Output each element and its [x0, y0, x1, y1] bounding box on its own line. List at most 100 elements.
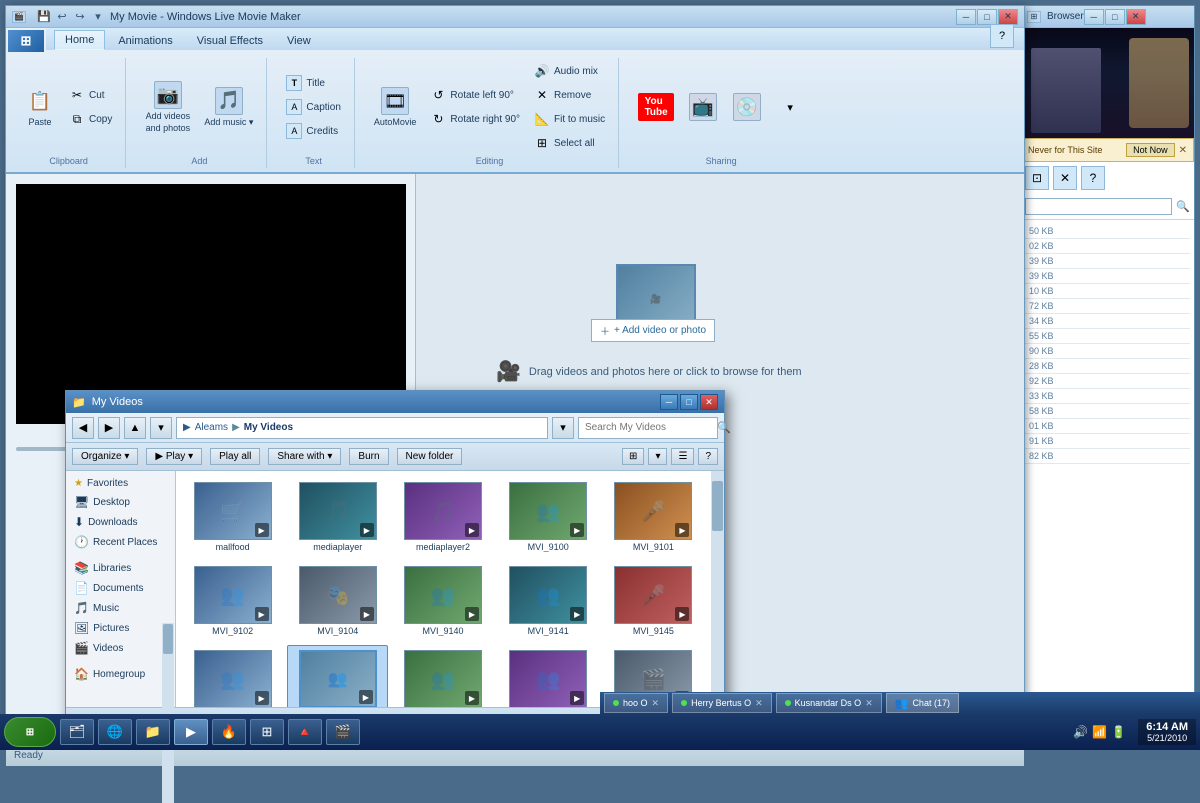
paste-button[interactable]: 📋 Paste — [20, 84, 60, 130]
fd-main-scroll-thumb[interactable] — [712, 481, 723, 531]
fd-sidebar-scrollbar[interactable] — [162, 623, 174, 707]
tray-icon-3[interactable]: 🔋 — [1111, 725, 1126, 739]
taskbar-btn-5[interactable]: 🔥 — [212, 719, 246, 745]
fit-to-music-button[interactable]: 📐 Fit to music — [529, 108, 610, 130]
qat-dropdown[interactable]: ▾ — [90, 9, 106, 25]
chat-close-herry[interactable]: ✕ — [755, 698, 763, 709]
fd-forward[interactable]: ▶ — [98, 417, 120, 439]
fd-homegroup[interactable]: 🏠 Homegroup — [66, 664, 175, 684]
rp-file-item[interactable]: 28 KB — [1025, 359, 1190, 374]
fd-organize-btn[interactable]: Organize ▾ — [72, 448, 138, 465]
file-item-mallfood[interactable]: 🛒 ▶ mallfood — [182, 477, 283, 557]
rp-file-item[interactable]: 92 KB — [1025, 374, 1190, 389]
file-item-mvi9165[interactable]: 👥 ▶ MVI_9165 — [498, 645, 599, 707]
rp-icon-2[interactable]: ✕ — [1053, 166, 1077, 190]
rp-icon-3[interactable]: ? — [1081, 166, 1105, 190]
chat-close-hoo[interactable]: ✕ — [652, 698, 660, 709]
taskbar-btn-1[interactable]: 🗂 — [60, 719, 94, 745]
rp-search-input[interactable] — [1025, 198, 1172, 215]
rp-file-item[interactable]: 33 KB — [1025, 389, 1190, 404]
file-item-mediaplayer[interactable]: 🎵 ▶ mediaplayer — [287, 477, 388, 557]
taskbar-btn-6[interactable]: ⊞ — [250, 719, 284, 745]
file-item-mvi9102[interactable]: 👥 ▶ MVI_9102 — [182, 561, 283, 641]
tab-view[interactable]: View — [276, 31, 322, 50]
rp-file-item[interactable]: 58 KB — [1025, 404, 1190, 419]
title-button[interactable]: T Title — [281, 72, 345, 94]
qat-undo[interactable]: ↩ — [54, 9, 70, 25]
rp-file-item[interactable]: 55 KB — [1025, 329, 1190, 344]
fd-desktop[interactable]: 🖥 Desktop — [66, 492, 175, 512]
fd-close[interactable]: ✕ — [700, 394, 718, 410]
share-expand[interactable]: ▾ — [771, 90, 809, 124]
fd-back[interactable]: ◀ — [72, 417, 94, 439]
chat-contact-herry[interactable]: Herry Bertus O ✕ — [672, 693, 772, 713]
fd-search-input[interactable] — [585, 422, 717, 433]
add-videos-button[interactable]: 📷 Add videos and photos — [140, 78, 195, 136]
fd-help-btn[interactable]: ? — [698, 448, 718, 465]
fd-maximize[interactable]: □ — [680, 394, 698, 410]
taskbar-clock[interactable]: 6:14 AM 5/21/2010 — [1138, 719, 1196, 745]
taskbar-btn-7[interactable]: 🔺 — [288, 719, 322, 745]
fd-minimize[interactable]: ─ — [660, 394, 678, 410]
fd-share-btn[interactable]: Share with ▾ — [268, 448, 341, 465]
rp-file-item[interactable]: 02 KB — [1025, 239, 1190, 254]
right-panel-minimize[interactable]: ─ — [1084, 9, 1104, 25]
tray-icon-1[interactable]: 🔊 — [1073, 725, 1088, 739]
start-button[interactable]: ⊞ — [4, 717, 56, 747]
rp-file-item[interactable]: 72 KB — [1025, 299, 1190, 314]
chat-close-kusnandar[interactable]: ✕ — [865, 698, 873, 709]
qat-save[interactable]: 💾 — [36, 9, 52, 25]
tray-icon-2[interactable]: 📶 — [1092, 725, 1107, 739]
fd-music[interactable]: 🎵 Music — [66, 598, 175, 618]
taskbar-btn-4[interactable]: ▶ — [174, 719, 208, 745]
right-panel-close[interactable]: ✕ — [1126, 9, 1146, 25]
rp-file-item[interactable]: 91 KB — [1025, 434, 1190, 449]
fd-videos[interactable]: 🎬 Videos — [66, 638, 175, 658]
file-item-mvi9104[interactable]: 🎭 ▶ MVI_9104 — [287, 561, 388, 641]
ribbon-help[interactable]: ? — [990, 24, 1014, 48]
fd-play-all-btn[interactable]: Play all — [210, 448, 260, 465]
chat-group-btn[interactable]: 👥 Chat (17) — [886, 693, 959, 713]
fd-recent-places[interactable]: 🕐 Recent Places — [66, 532, 175, 552]
rp-file-item[interactable]: 50 KB — [1025, 224, 1190, 239]
rp-file-item[interactable]: 90 KB — [1025, 344, 1190, 359]
credits-button[interactable]: A Credits — [281, 120, 345, 142]
select-all-button[interactable]: ⊞ Select all — [529, 132, 610, 154]
fd-details-btn[interactable]: ☰ — [671, 448, 694, 465]
fd-sidebar-scroll-thumb[interactable] — [163, 624, 173, 654]
share-btn-3[interactable]: 💿 — [727, 90, 767, 124]
rotate-right-button[interactable]: ↻ Rotate right 90° — [425, 108, 525, 130]
fd-pictures[interactable]: 🖼 Pictures — [66, 618, 175, 638]
app-minimize[interactable]: ─ — [956, 9, 976, 25]
fd-view-dropdown[interactable]: ▾ — [648, 448, 667, 465]
fd-up[interactable]: ▲ — [124, 417, 146, 439]
file-item-mvi9154[interactable]: 👥 ▶ MVI_9154 — [182, 645, 283, 707]
fd-dropdown[interactable]: ▾ — [150, 417, 172, 439]
caption-button[interactable]: A Caption — [281, 96, 345, 118]
rp-icon-1[interactable]: ⊡ — [1025, 166, 1049, 190]
rp-file-item[interactable]: 39 KB — [1025, 254, 1190, 269]
fd-main-scrollbar[interactable] — [711, 471, 724, 707]
share-btn-2[interactable]: 📺 — [683, 90, 723, 124]
file-item-mvi9140[interactable]: 👥 ▶ MVI_9140 — [392, 561, 493, 641]
file-item-mvi9145[interactable]: 🎤 ▶ MVI_9145 — [603, 561, 704, 641]
rp-file-item[interactable]: 82 KB — [1025, 449, 1190, 464]
automovie-button[interactable]: 🎞 AutoMovie — [369, 84, 422, 130]
taskbar-btn-2[interactable]: 🌐 — [98, 719, 132, 745]
add-music-button[interactable]: 🎵 Add music ▾ — [199, 84, 258, 131]
fd-documents[interactable]: 📄 Documents — [66, 578, 175, 598]
file-item-mvi9100[interactable]: 👥 ▶ MVI_9100 — [498, 477, 599, 557]
office-button[interactable]: ⊞ — [8, 30, 44, 52]
fd-new-folder-btn[interactable]: New folder — [397, 448, 463, 465]
file-item-mvi9141[interactable]: 👥 ▶ MVI_9141 — [498, 561, 599, 641]
fd-path-dropdown[interactable]: ▾ — [552, 417, 574, 439]
copy-button[interactable]: ⧉ Copy — [64, 108, 117, 130]
add-video-button[interactable]: ＋ + Add video or photo — [591, 319, 715, 342]
fd-burn-btn[interactable]: Burn — [349, 448, 388, 465]
fd-path-bar[interactable]: ▶ Aleams ▶ My Videos — [176, 417, 548, 439]
file-item-mvi9163[interactable]: 👥 ▶ MVI_9163 — [287, 645, 388, 707]
rp-search-icon[interactable]: 🔍 — [1176, 200, 1190, 213]
file-item-mediaplayer2[interactable]: 🎵 ▶ mediaplayer2 — [392, 477, 493, 557]
rp-file-item[interactable]: 34 KB — [1025, 314, 1190, 329]
fd-path-aleams[interactable]: Aleams — [195, 422, 228, 433]
